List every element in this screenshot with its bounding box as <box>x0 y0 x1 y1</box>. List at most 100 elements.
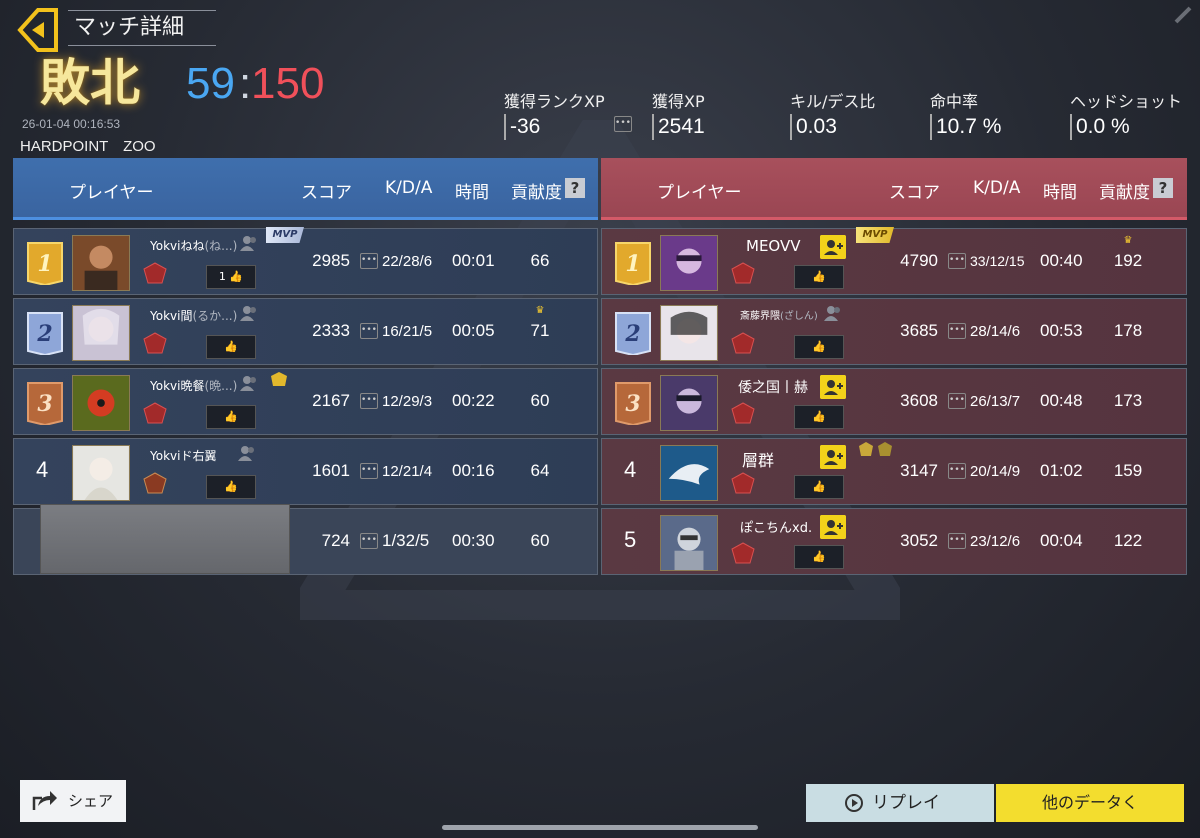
player-score: 2167 <box>312 391 350 410</box>
like-button[interactable]: 👍 <box>794 475 844 499</box>
kda-detail-button[interactable]: ••• <box>360 463 378 479</box>
player-contribution: 159 <box>1113 461 1143 480</box>
rank-number: 3 <box>37 391 52 417</box>
player-name: 層群 <box>742 451 775 470</box>
avatar[interactable] <box>660 305 718 361</box>
like-button[interactable]: 👍 <box>206 405 256 429</box>
player-kda: 28/14/6 <box>970 323 1021 340</box>
rank-number: 1 <box>625 251 640 277</box>
player-time: 00:22 <box>452 391 495 410</box>
like-button[interactable]: 👍 <box>794 545 844 569</box>
player-score: 4790 <box>900 251 938 270</box>
stat-kd: キル/デス比 0.03 <box>790 88 875 140</box>
kda-detail-button[interactable]: ••• <box>360 533 378 549</box>
clan-badge-icon <box>271 372 287 386</box>
add-friend-icon[interactable] <box>820 375 846 399</box>
like-button[interactable]: 👍 <box>206 335 256 359</box>
red-player-row[interactable]: 3 倭之国丨赫 👍 3608 ••• 26/13/7 00:48 173 <box>601 368 1187 435</box>
avatar[interactable] <box>72 235 130 291</box>
avatar[interactable] <box>660 445 718 501</box>
player-time: 00:05 <box>452 321 495 340</box>
avatar[interactable] <box>72 305 130 361</box>
rank-number: 1 <box>37 251 52 277</box>
header-kda: K/D/A <box>385 178 433 198</box>
share-label: シェア <box>68 792 114 810</box>
rank-number: 2 <box>36 321 52 347</box>
share-button[interactable]: シェア <box>20 780 126 822</box>
like-icon: 👍 <box>812 410 826 423</box>
rank-emblem-icon <box>731 542 755 564</box>
rank-number: 4 <box>36 457 49 482</box>
avatar[interactable] <box>660 235 718 291</box>
add-friend-icon[interactable] <box>820 235 846 259</box>
player-contribution: 66 <box>530 251 550 270</box>
header-contribution-label: 貢献度 <box>511 183 562 203</box>
avatar[interactable] <box>660 515 718 571</box>
avatar[interactable] <box>72 375 130 431</box>
header-score: スコア <box>889 183 940 203</box>
kda-detail-button[interactable]: ••• <box>948 393 966 409</box>
score-separator: : <box>239 59 252 108</box>
blue-player-row[interactable]: 2 Yokvi間(るか...) 👍 2333 ••• 16/21/5 00:05… <box>13 298 598 365</box>
blue-player-row[interactable]: 3 Yokvi晩餐(晩...) 👍 2167 ••• 12/29/3 00:22… <box>13 368 598 435</box>
player-time: 00:48 <box>1040 391 1083 410</box>
help-icon[interactable]: ? <box>1153 178 1173 198</box>
like-button[interactable]: 👍 <box>794 335 844 359</box>
crown-icon: ♛ <box>1123 235 1133 246</box>
like-button[interactable]: 👍 <box>794 405 844 429</box>
rank-number: 3 <box>625 391 640 417</box>
friend-icon[interactable] <box>238 445 256 461</box>
avatar[interactable] <box>72 445 130 501</box>
player-time: 01:02 <box>1040 461 1083 480</box>
replay-button[interactable]: リプレイ <box>806 784 994 822</box>
red-player-row[interactable]: 4 層群 👍 3147 ••• 20/14/9 01:02 159 <box>601 438 1187 505</box>
rank-number: 2 <box>624 321 640 347</box>
player-score: 1601 <box>312 461 350 480</box>
kda-detail-button[interactable]: ••• <box>360 323 378 339</box>
kda-detail-button[interactable]: ••• <box>948 463 966 479</box>
kda-detail-button[interactable]: ••• <box>948 253 966 269</box>
like-button[interactable]: 1 👍 <box>206 265 256 289</box>
player-time: 00:53 <box>1040 321 1083 340</box>
rank-bronze-badge-icon: 3 <box>27 382 63 425</box>
player-score: 3685 <box>900 321 938 340</box>
back-arrow-icon[interactable] <box>16 8 60 52</box>
friend-icon[interactable] <box>240 375 258 391</box>
add-friend-icon[interactable] <box>820 515 846 539</box>
kda-detail-button[interactable]: ••• <box>948 533 966 549</box>
rank-emblem-icon <box>731 262 755 284</box>
like-button[interactable]: 👍 <box>206 475 256 499</box>
add-friend-icon[interactable] <box>820 445 846 469</box>
replay-label: リプレイ <box>872 793 940 813</box>
help-icon[interactable]: ? <box>565 178 585 198</box>
stat-headshot: ヘッドショット 0.0 % <box>1070 88 1182 140</box>
other-data-button[interactable]: 他のデータく <box>996 784 1184 822</box>
player-name-sub: (ね...) <box>204 239 238 253</box>
friend-icon[interactable] <box>240 305 258 321</box>
player-time: 00:01 <box>452 251 495 270</box>
like-button[interactable]: 👍 <box>794 265 844 289</box>
stat-accuracy: 命中率 10.7 % <box>930 88 1001 140</box>
avatar[interactable] <box>660 375 718 431</box>
friend-icon[interactable] <box>824 305 842 321</box>
player-kda: 1/32/5 <box>382 531 430 550</box>
red-player-row[interactable]: 2 斎藤界隈(ざしん) 👍 3685 ••• 28/14/6 00:53 178 <box>601 298 1187 365</box>
player-name-text: Yokvi晩餐 <box>150 379 205 393</box>
red-player-row[interactable]: 5 ぽこちんxd. 👍 3052 ••• 23/12/6 00:04 122 <box>601 508 1187 575</box>
player-name-sub: (るか...) <box>192 309 238 323</box>
kda-detail-button[interactable]: ••• <box>360 393 378 409</box>
red-player-row[interactable]: 1 MEOVV MVP 👍 4790 ••• 33/12/15 00:40 ♛ … <box>601 227 1187 295</box>
rank-xp-detail-button[interactable]: ••• <box>614 116 632 132</box>
kda-detail-button[interactable]: ••• <box>948 323 966 339</box>
player-contribution: 60 <box>530 531 550 550</box>
friend-icon[interactable] <box>240 235 258 251</box>
blue-player-row[interactable]: 1 Yokviねね(ね...) 1 👍 MVP 2985 ••• 22/28/6… <box>13 227 598 295</box>
player-time: 00:30 <box>452 531 495 550</box>
player-time: 00:40 <box>1040 251 1083 270</box>
rank-emblem-icon <box>143 402 167 424</box>
kda-detail-button[interactable]: ••• <box>360 253 378 269</box>
player-name: Yokvi晩餐(晩...) <box>150 377 237 394</box>
blue-player-row[interactable]: 4 Yokviド右翼 👍 1601 ••• 12/21/4 00:16 64 <box>13 438 598 505</box>
player-name: Yokvi間(るか...) <box>150 307 237 324</box>
player-name-text: Yokviド右翼 <box>150 449 217 463</box>
